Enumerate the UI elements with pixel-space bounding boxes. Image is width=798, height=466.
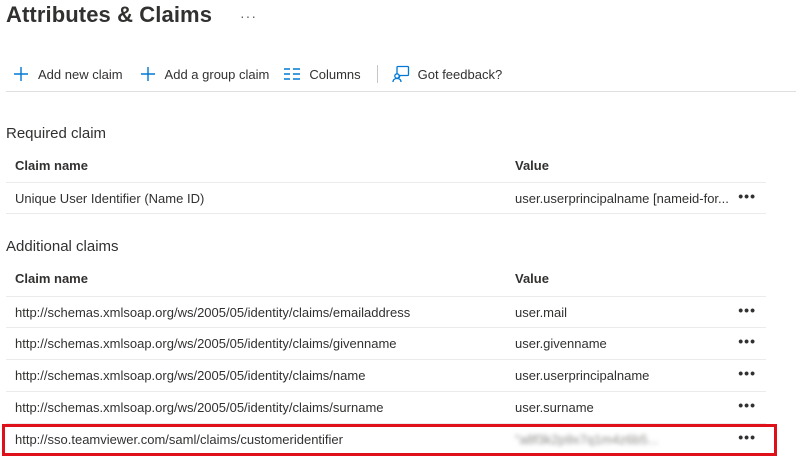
row-more-options-icon[interactable]: •••: [738, 392, 756, 423]
toolbar-separator: [376, 65, 378, 83]
row-more-options-icon[interactable]: •••: [738, 183, 756, 214]
row-more-options-icon[interactable]: •••: [738, 424, 756, 455]
feedback-button[interactable]: Got feedback?: [386, 60, 509, 88]
additional-col-claim-name: Claim name: [15, 271, 88, 286]
title-more-options-icon[interactable]: ···: [240, 8, 257, 24]
table-row[interactable]: http://schemas.xmlsoap.org/ws/2005/05/id…: [6, 392, 766, 424]
claim-name-cell: http://schemas.xmlsoap.org/ws/2005/05/id…: [15, 305, 411, 320]
claim-name-cell: Unique User Identifier (Name ID): [15, 191, 205, 206]
command-bar: Add new claim Add a group claim Columns …: [6, 60, 798, 88]
claim-value-cell: user.surname: [515, 400, 594, 415]
table-row[interactable]: http://schemas.xmlsoap.org/ws/2005/05/id…: [6, 296, 766, 328]
toolbar-divider: [6, 91, 796, 92]
table-row[interactable]: http://schemas.xmlsoap.org/ws/2005/05/id…: [6, 360, 766, 392]
add-group-claim-label: Add a group claim: [164, 66, 270, 82]
required-col-value: Value: [515, 158, 549, 173]
claim-value-cell: user.userprincipalname: [515, 368, 650, 383]
feedback-label: Got feedback?: [417, 66, 503, 82]
additional-claims-heading: Additional claims: [6, 238, 119, 255]
claim-value-cell-redacted: "a8f3k2p9x7q1m4z6b5...: [515, 432, 659, 447]
plus-icon: [140, 67, 155, 81]
columns-icon: [284, 68, 301, 80]
add-group-claim-button[interactable]: Add a group claim: [133, 60, 276, 88]
table-row[interactable]: http://schemas.xmlsoap.org/ws/2005/05/id…: [6, 328, 766, 360]
claim-name-cell: http://schemas.xmlsoap.org/ws/2005/05/id…: [15, 400, 384, 415]
table-row-customer-identifier[interactable]: http://sso.teamviewer.com/saml/claims/cu…: [6, 424, 766, 456]
claim-value-cell: user.userprincipalname [nameid-for...: [515, 191, 729, 206]
plus-icon: [14, 67, 28, 81]
claim-name-cell: http://schemas.xmlsoap.org/ws/2005/05/id…: [15, 368, 366, 383]
claim-name-cell: http://sso.teamviewer.com/saml/claims/cu…: [15, 432, 343, 447]
required-col-claim-name: Claim name: [15, 158, 88, 173]
feedback-icon: [391, 65, 409, 83]
claim-value-cell: user.givenname: [515, 336, 607, 351]
row-more-options-icon[interactable]: •••: [738, 328, 756, 359]
table-row[interactable]: Unique User Identifier (Name ID) user.us…: [6, 182, 766, 214]
additional-col-value: Value: [515, 271, 549, 286]
row-more-options-icon[interactable]: •••: [738, 297, 756, 328]
columns-button[interactable]: Columns: [277, 60, 366, 88]
claim-name-cell: http://schemas.xmlsoap.org/ws/2005/05/id…: [15, 336, 397, 351]
page-title: Attributes & Claims: [6, 2, 213, 27]
claim-value-cell: user.mail: [515, 305, 568, 320]
add-new-claim-label: Add new claim: [38, 66, 123, 82]
add-new-claim-button[interactable]: Add new claim: [6, 60, 129, 88]
row-more-options-icon[interactable]: •••: [738, 360, 756, 391]
columns-label: Columns: [309, 66, 361, 82]
required-claim-heading: Required claim: [6, 125, 107, 142]
